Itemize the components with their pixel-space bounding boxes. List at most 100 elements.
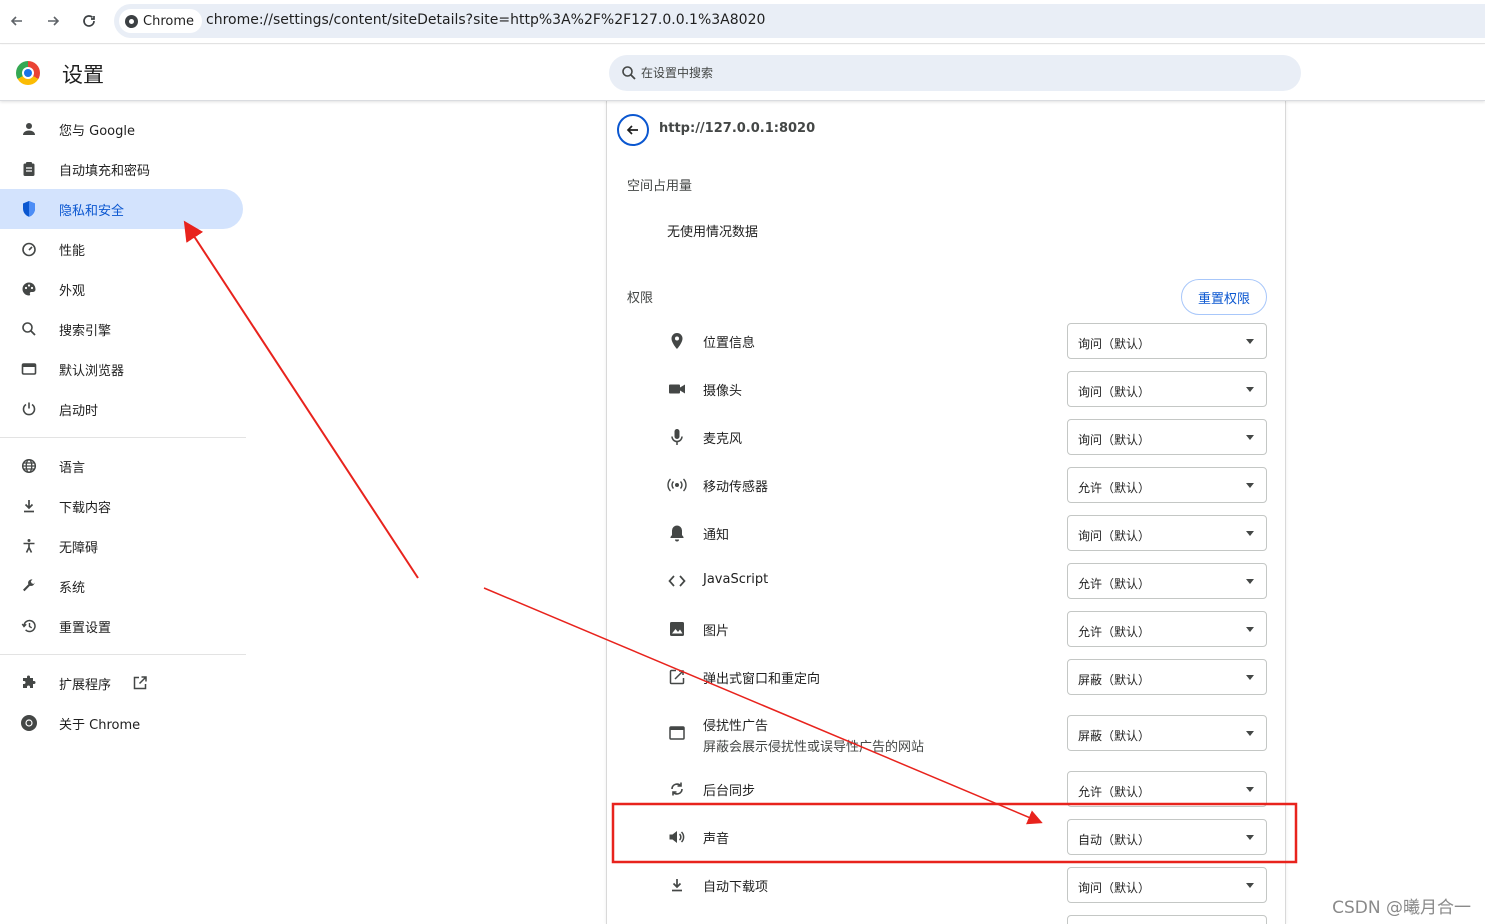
person-icon	[19, 119, 39, 139]
code-icon	[667, 571, 687, 591]
reload-icon[interactable]	[78, 10, 100, 32]
permission-select[interactable]: 允许（默认）	[1067, 563, 1267, 599]
permission-value: 允许（默认）	[1078, 481, 1151, 495]
sidebar-item-languages[interactable]: 语言	[0, 446, 243, 486]
permission-select[interactable]: 询问（默认）	[1067, 323, 1267, 359]
caret-down-icon	[1246, 579, 1254, 584]
permission-row-background-sync: 后台同步 允许（默认）	[607, 765, 1287, 813]
sidebar-item-label: 搜索引擎	[59, 323, 112, 339]
caret-down-icon	[1246, 339, 1254, 344]
address-bar[interactable]: Chrome chrome://settings/content/siteDet…	[114, 4, 1485, 38]
sidebar-item-label: 下载内容	[59, 500, 112, 516]
permission-select[interactable]: 屏蔽（默认）	[1067, 715, 1267, 751]
caret-down-icon	[1246, 387, 1254, 392]
sidebar-item-you-and-google[interactable]: 您与 Google	[0, 109, 243, 149]
permission-value: 询问（默认）	[1078, 529, 1151, 543]
accessibility-icon	[19, 536, 39, 556]
sync-icon	[667, 779, 687, 799]
sidebar-divider	[0, 437, 246, 438]
wrench-icon	[19, 576, 39, 596]
search-icon	[19, 319, 39, 339]
sidebar-item-reset[interactable]: 重置设置	[0, 606, 243, 646]
permission-name: 后台同步	[703, 784, 756, 799]
url-text[interactable]: chrome://settings/content/siteDetails?si…	[206, 12, 765, 28]
speaker-icon	[667, 827, 687, 847]
permission-select[interactable]: 询问（默认）	[1067, 867, 1267, 903]
sidebar-item-extensions[interactable]: 扩展程序	[0, 663, 243, 703]
permission-select[interactable]: 自动（默认）	[1067, 819, 1267, 855]
sidebar-item-autofill[interactable]: 自动填充和密码	[0, 149, 243, 189]
sidebar-item-performance[interactable]: 性能	[0, 229, 243, 269]
sidebar-item-default-browser[interactable]: 默认浏览器	[0, 349, 243, 389]
forward-arrow-icon[interactable]	[42, 10, 64, 32]
bell-icon	[667, 523, 687, 543]
permission-name: 侵扰性广告	[703, 719, 769, 734]
sidebar-item-search-engine[interactable]: 搜索引擎	[0, 309, 243, 349]
sidebar-item-label: 系统	[59, 580, 86, 596]
caret-down-icon	[1246, 731, 1254, 736]
chrome-logo-icon	[16, 61, 40, 85]
permission-select[interactable]: 允许（默认）	[1067, 771, 1267, 807]
shield-icon	[19, 199, 39, 219]
watermark: CSDN @曦月合一	[1332, 898, 1471, 918]
caret-down-icon	[1246, 787, 1254, 792]
permission-select[interactable]: 允许（默认）	[1067, 467, 1267, 503]
camera-icon	[667, 379, 687, 399]
external-link-icon	[132, 675, 148, 695]
sidebar-item-downloads[interactable]: 下载内容	[0, 486, 243, 526]
speedometer-icon	[19, 239, 39, 259]
sidebar-item-accessibility[interactable]: 无障碍	[0, 526, 243, 566]
ad-window-icon	[667, 723, 687, 743]
puzzle-icon	[19, 673, 39, 693]
permission-select[interactable]	[1067, 915, 1267, 924]
sidebar-item-label: 您与 Google	[59, 123, 135, 139]
sidebar-item-system[interactable]: 系统	[0, 566, 243, 606]
caret-down-icon	[1246, 531, 1254, 536]
clipboard-icon	[19, 159, 39, 179]
permission-row-location: 位置信息 询问（默认）	[607, 317, 1287, 365]
permission-description: 屏蔽会展示侵扰性或误导性广告的网站	[703, 740, 925, 755]
permission-row-auto-downloads: 自动下载项 询问（默认）	[607, 861, 1287, 909]
settings-search[interactable]	[609, 55, 1301, 91]
sidebar-item-about-chrome[interactable]: 关于 Chrome	[0, 703, 243, 743]
permission-name: 图片	[703, 624, 730, 639]
caret-down-icon	[1246, 883, 1254, 888]
permission-name: 通知	[703, 528, 730, 543]
permission-name: 自动下载项	[703, 880, 769, 895]
palette-icon	[19, 279, 39, 299]
permission-value: 询问（默认）	[1078, 337, 1151, 351]
reset-permissions-button[interactable]: 重置权限	[1181, 279, 1267, 315]
site-chip[interactable]: Chrome	[119, 9, 202, 33]
caret-down-icon	[1246, 835, 1254, 840]
permission-value: 询问（默认）	[1078, 385, 1151, 399]
permission-select[interactable]: 询问（默认）	[1067, 515, 1267, 551]
sidebar-item-privacy[interactable]: 隐私和安全	[0, 189, 243, 229]
sidebar-item-label: 语言	[59, 460, 86, 476]
sidebar: 您与 Google 自动填充和密码 隐私和安全 性能 外观 搜索引擎 默认浏览器…	[0, 101, 246, 924]
permissions-heading: 权限	[627, 291, 654, 306]
permission-select[interactable]: 询问（默认）	[1067, 419, 1267, 455]
permission-row-images: 图片 允许（默认）	[607, 605, 1287, 653]
sidebar-item-on-startup[interactable]: 启动时	[0, 389, 243, 429]
search-icon	[622, 66, 636, 80]
usage-text: 无使用情况数据	[667, 225, 759, 240]
permission-select[interactable]: 允许（默认）	[1067, 611, 1267, 647]
sidebar-item-label: 默认浏览器	[59, 363, 125, 379]
permission-select[interactable]: 屏蔽（默认）	[1067, 659, 1267, 695]
search-input[interactable]	[641, 63, 1281, 83]
back-arrow-icon[interactable]	[6, 10, 28, 32]
sidebar-item-appearance[interactable]: 外观	[0, 269, 243, 309]
location-pin-icon	[667, 331, 687, 351]
caret-down-icon	[1246, 483, 1254, 488]
chrome-icon	[19, 713, 39, 733]
permission-select[interactable]: 询问（默认）	[1067, 371, 1267, 407]
permission-row-javascript: JavaScript 允许（默认）	[607, 557, 1287, 605]
site-details-card: http://127.0.0.1:8020 空间占用量 无使用情况数据 权限 重…	[606, 101, 1286, 924]
back-button[interactable]	[617, 114, 649, 146]
permission-row-sound: 声音 自动（默认）	[607, 813, 1287, 861]
sidebar-item-label: 启动时	[59, 403, 99, 419]
permission-value: 屏蔽（默认）	[1078, 673, 1151, 687]
download-icon	[667, 875, 687, 895]
permission-value: 屏蔽（默认）	[1078, 729, 1151, 743]
permission-value: 允许（默认）	[1078, 577, 1151, 591]
